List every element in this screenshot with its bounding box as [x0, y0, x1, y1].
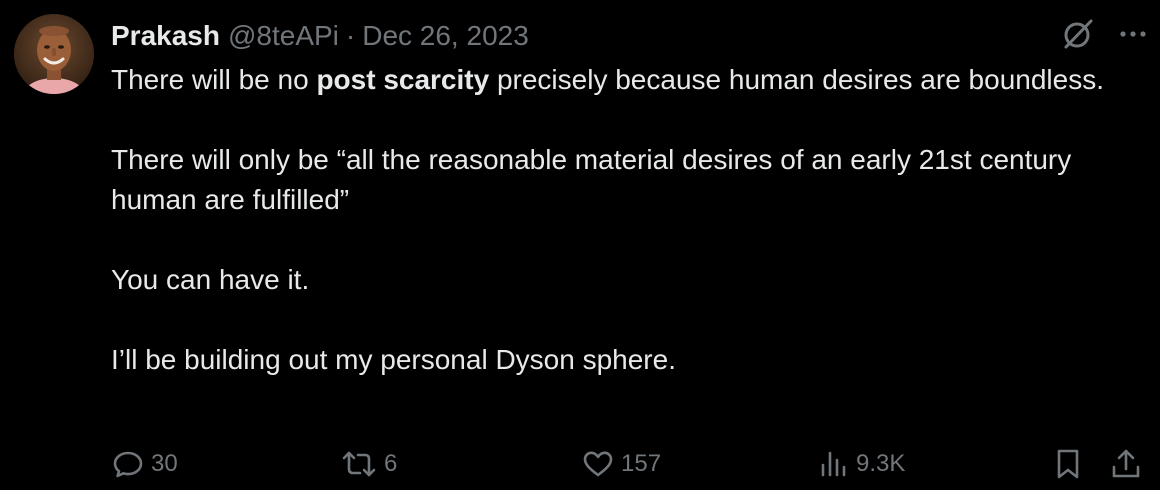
author-name[interactable]: Prakash — [111, 20, 220, 52]
tweet-actions: 30 6 157 9.3K — [111, 444, 1146, 484]
repost-icon — [342, 451, 376, 477]
like-count: 157 — [621, 450, 662, 477]
grok-icon[interactable] — [1060, 16, 1096, 57]
heart-icon — [583, 451, 613, 477]
share-icon — [1112, 449, 1140, 478]
tweet-date[interactable]: Dec 26, 2023 — [362, 20, 529, 52]
more-options-icon[interactable] — [1118, 16, 1148, 57]
repost-count: 6 — [384, 450, 398, 477]
like-button[interactable]: 157 — [581, 444, 661, 484]
user-avatar-photo-icon — [14, 14, 94, 94]
tweet-text: There will be no post scarcity precisely… — [111, 60, 1121, 380]
bold-text: post scarcity — [316, 64, 490, 95]
tweet-header: Prakash @8teAPi · Dec 26, 2023 — [111, 18, 529, 54]
text-segment: There will be no — [111, 64, 317, 95]
bookmark-button[interactable] — [1051, 444, 1085, 484]
tweet-paragraph: I’ll be building out my personal Dyson s… — [111, 344, 676, 375]
share-button[interactable] — [1109, 444, 1143, 484]
tweet-paragraph: You can have it. — [111, 264, 310, 295]
reply-button[interactable]: 30 — [111, 444, 178, 484]
repost-button[interactable]: 6 — [340, 444, 397, 484]
tweet-paragraph: There will be no post scarcity precisely… — [111, 60, 1121, 100]
tweet-paragraph: There will only be “all the reasonable m… — [111, 144, 1072, 215]
reply-count: 30 — [151, 450, 178, 477]
views-button[interactable]: 9.3K — [816, 444, 905, 484]
bookmark-icon — [1057, 449, 1079, 479]
analytics-icon — [821, 451, 846, 477]
header-separator: · — [345, 20, 356, 51]
view-count: 9.3K — [856, 450, 906, 477]
avatar[interactable] — [14, 14, 94, 94]
tweet: Prakash @8teAPi · Dec 26, 2023 There wil… — [0, 0, 1160, 490]
author-handle[interactable]: @8teAPi — [228, 20, 339, 52]
tweet-top-icons — [1060, 16, 1148, 57]
reply-icon — [113, 451, 143, 478]
text-segment: precisely because human desires are boun… — [489, 64, 1104, 95]
